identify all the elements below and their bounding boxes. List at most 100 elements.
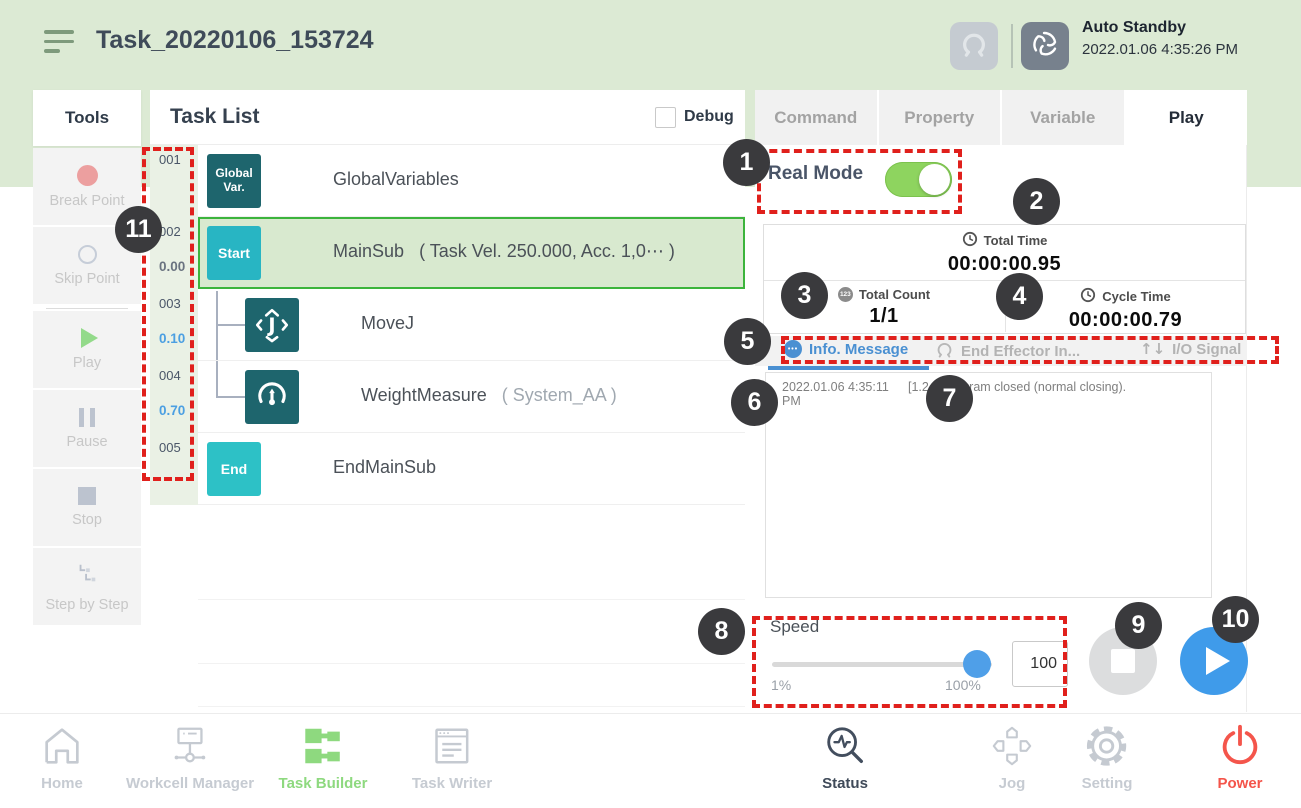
nav-task-builder[interactable]: Task Builder xyxy=(279,723,368,792)
pause-icon xyxy=(79,408,95,427)
nav-status[interactable]: Status xyxy=(822,723,868,792)
tab-property[interactable]: Property xyxy=(879,90,1001,145)
info-message-log[interactable]: 2022.01.06 4:35:11 PM [1.24] Program clo… xyxy=(765,372,1212,598)
speed-slider-knob[interactable] xyxy=(963,650,991,678)
movej-icon: J xyxy=(245,298,299,352)
task-list-header: Task List Debug xyxy=(150,90,745,145)
cycle-time-value: 00:00:00.79 xyxy=(1069,309,1182,332)
play-button[interactable] xyxy=(1180,627,1248,695)
row-label: EndMainSub xyxy=(333,457,436,478)
end-effector-button[interactable] xyxy=(950,22,998,70)
svg-text:J: J xyxy=(266,314,275,337)
row-params: ( System_AA ) xyxy=(502,385,617,405)
row-number-cell: 002 0.00 xyxy=(150,217,198,289)
real-mode-toggle[interactable] xyxy=(885,162,952,197)
task-row-movej[interactable]: 003 0.10 J MoveJ xyxy=(150,289,745,361)
step-by-step-button[interactable]: Step by Step xyxy=(33,548,141,625)
weight-measure-icon xyxy=(245,370,299,424)
nav-setting[interactable]: Setting xyxy=(1082,723,1133,792)
right-panel: Command Property Variable Play Real Mode… xyxy=(755,90,1247,712)
row-number-cell: 001 xyxy=(150,145,198,217)
debug-checkbox[interactable] xyxy=(655,107,676,128)
speed-input[interactable] xyxy=(1012,641,1068,687)
io-signal-icon: ↑↓ xyxy=(1140,340,1165,358)
step-by-step-icon xyxy=(75,561,99,590)
clock-icon xyxy=(962,231,978,250)
tab-command[interactable]: Command xyxy=(755,90,877,145)
speed-slider[interactable] xyxy=(772,662,992,667)
nav-home[interactable]: Home xyxy=(39,723,85,792)
tools-sidebar: Tools Break Point Skip Point Play Pause … xyxy=(33,90,141,625)
log-timestamp: 2022.01.06 4:35:11 PM xyxy=(782,380,908,408)
tab-end-effector[interactable]: End Effector In... xyxy=(935,340,1080,363)
total-time-value: 00:00:00.95 xyxy=(948,253,1061,276)
tools-divider xyxy=(46,308,128,309)
stop-button[interactable] xyxy=(1089,627,1157,695)
row-time: 0.00 xyxy=(159,259,185,274)
app-root: Task_20220106_153724 Auto Standby 2022.0… xyxy=(0,0,1301,808)
bottom-navigation: Home Workcell Manager xyxy=(0,713,1301,808)
stop-icon xyxy=(78,487,96,505)
play-tool-button[interactable]: Play xyxy=(33,311,141,388)
row-label: MainSub xyxy=(333,241,404,261)
task-list-title: Task List xyxy=(170,105,259,129)
clock-icon xyxy=(1080,287,1096,306)
status-icon xyxy=(822,756,868,773)
empty-row-separator xyxy=(198,663,745,664)
row-params: ( Task Vel. 250.000, Acc. 1,0⋯ ) xyxy=(419,241,675,261)
speed-label: Speed xyxy=(770,617,819,637)
stop-square-icon xyxy=(1111,649,1135,673)
nav-jog[interactable]: Jog xyxy=(989,723,1035,792)
pause-tool-button[interactable]: Pause xyxy=(33,390,141,467)
tab-io-signal[interactable]: ↑↓ I/O Signal xyxy=(1140,340,1241,358)
row-time: 0.10 xyxy=(159,331,185,346)
real-mode-label: Real Mode xyxy=(768,163,863,185)
total-count-value: 1/1 xyxy=(869,305,898,328)
empty-row-separator xyxy=(198,706,745,707)
auto-mode-swirl-icon xyxy=(1029,28,1061,65)
play-icon xyxy=(81,328,98,348)
tab-play[interactable]: Play xyxy=(1126,90,1248,145)
row-label: WeightMeasure xyxy=(361,385,487,405)
global-var-badge: Global Var. xyxy=(207,154,261,208)
cycle-time-cell: Cycle Time 00:00:00.79 xyxy=(1005,287,1245,332)
empty-row-separator xyxy=(198,599,745,600)
right-panel-tabs: Command Property Variable Play xyxy=(755,90,1247,145)
break-point-button[interactable]: Break Point xyxy=(33,148,141,225)
tab-variable[interactable]: Variable xyxy=(1002,90,1124,145)
tools-title: Tools xyxy=(33,90,141,146)
nav-workcell-manager[interactable]: Workcell Manager xyxy=(126,723,254,792)
debug-label: Debug xyxy=(684,108,734,126)
play-triangle-icon xyxy=(1206,647,1230,675)
log-entry: 2022.01.06 4:35:11 PM [1.24] Program clo… xyxy=(766,373,1211,408)
task-row-mainsub[interactable]: 002 0.00 Start MainSub ( Task Vel. 250.0… xyxy=(150,217,745,289)
task-builder-icon xyxy=(300,756,346,773)
hamburger-menu-icon[interactable] xyxy=(44,30,76,56)
info-message-icon: ••• xyxy=(784,340,802,358)
row-number-cell: 005 xyxy=(150,433,198,505)
workcell-manager-icon xyxy=(167,756,213,773)
task-list-panel: Task List Debug 001 Global Var. GlobalVa… xyxy=(150,90,745,712)
auto-mode-button[interactable] xyxy=(1021,22,1069,70)
start-badge: Start xyxy=(207,226,261,280)
stop-tool-button[interactable]: Stop xyxy=(33,469,141,546)
setting-gear-icon xyxy=(1084,756,1130,773)
nav-task-writer[interactable]: Task Writer xyxy=(412,723,492,792)
end-effector-icon xyxy=(935,340,954,363)
tab-info-message[interactable]: ••• Info. Message xyxy=(784,340,908,358)
row-label: GlobalVariables xyxy=(333,169,459,190)
log-message: [1.24] Program closed (normal closing). xyxy=(908,380,1126,408)
task-row-weightmeasure[interactable]: 004 0.70 WeightMeasure ( System_AA ) xyxy=(150,361,745,433)
task-row-globalvariables[interactable]: 001 Global Var. GlobalVariables xyxy=(150,145,745,217)
robot-state-label: Auto Standby xyxy=(1082,19,1238,37)
skip-point-icon xyxy=(78,245,97,264)
row-number-cell: 003 0.10 xyxy=(150,289,198,361)
row-label: MoveJ xyxy=(361,313,414,334)
row-number-cell: 004 0.70 xyxy=(150,361,198,433)
task-row-endmainsub[interactable]: 005 End EndMainSub xyxy=(150,433,745,505)
skip-point-button[interactable]: Skip Point xyxy=(33,227,141,304)
nav-power[interactable]: Power xyxy=(1217,723,1263,792)
end-badge: End xyxy=(207,442,261,496)
task-writer-icon xyxy=(429,756,475,773)
count-icon: 123 xyxy=(838,287,853,302)
